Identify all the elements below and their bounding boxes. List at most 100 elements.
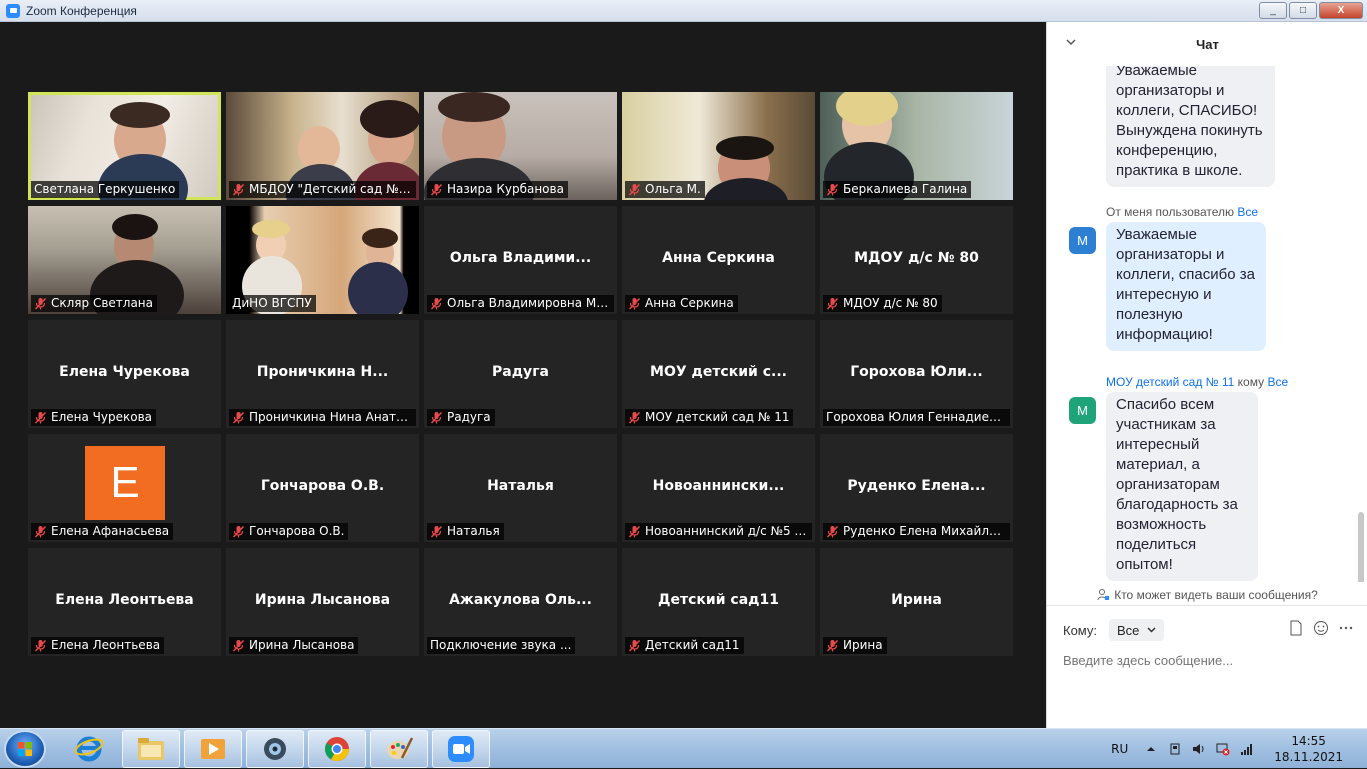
- mic-muted-icon: [430, 297, 443, 310]
- media-player-icon[interactable]: [184, 730, 242, 768]
- emoji-icon[interactable]: [1313, 620, 1329, 636]
- participant-display-name: Ольга Владими...: [449, 250, 592, 266]
- participant-tile[interactable]: Новоаннински... Новоаннинский д/с №5 В...: [622, 434, 815, 542]
- participant-name-label: Назира Курбанова: [427, 181, 568, 198]
- participant-tile[interactable]: Ирина Лысанова Ирина Лысанова: [226, 548, 419, 656]
- network-warning-icon[interactable]: [1216, 742, 1230, 756]
- participant-display-name: Ирина Лысанова: [254, 592, 391, 608]
- participant-tile[interactable]: МБДОУ "Детский сад №5 ...: [226, 92, 419, 200]
- webcam-app-icon[interactable]: [246, 730, 304, 768]
- chat-panel: Чат Уважаемые организаторы и коллеги, СП…: [1046, 22, 1367, 728]
- participant-tile[interactable]: Скляр Светлана: [28, 206, 221, 314]
- zoom-icon[interactable]: [432, 730, 490, 768]
- chat-message-meta: МОУ детский сад № 11 кому Все: [1106, 375, 1289, 389]
- mic-muted-icon: [34, 639, 47, 652]
- start-button[interactable]: [4, 730, 46, 768]
- clock-date: 18.11.2021: [1274, 750, 1343, 764]
- participant-name-label: МБДОУ "Детский сад №5 ...: [229, 181, 416, 198]
- windows-logo-icon: [18, 742, 32, 756]
- maximize-button[interactable]: □: [1289, 2, 1317, 19]
- participant-display-name: Горохова Юли...: [850, 364, 983, 380]
- participant-name-label: Руденко Елена Михайловна: [823, 523, 1010, 540]
- participant-tile[interactable]: Горохова Юли... Горохова Юлия Геннадиевна…: [820, 320, 1013, 428]
- participant-tile[interactable]: Руденко Елена... Руденко Елена Михайловна: [820, 434, 1013, 542]
- recipient-select[interactable]: Все: [1109, 619, 1165, 641]
- participant-tile[interactable]: Ажакулова Оль... Подключение звука ...: [424, 548, 617, 656]
- message-input[interactable]: [1063, 650, 1353, 670]
- participant-name-label: Горохова Юлия Геннадиевна...: [823, 409, 1010, 426]
- mic-muted-icon: [34, 297, 47, 310]
- mic-muted-icon: [34, 525, 47, 538]
- participant-tile[interactable]: Елена Леонтьева Елена Леонтьева: [28, 548, 221, 656]
- chrome-icon[interactable]: [308, 730, 366, 768]
- chat-sender-link[interactable]: МОУ детский сад № 11: [1106, 375, 1234, 389]
- chat-recipient-link[interactable]: Все: [1267, 375, 1288, 389]
- participant-tile[interactable]: Елена Чурекова Елена Чурекова: [28, 320, 221, 428]
- participant-display-name: Радуга: [492, 364, 549, 380]
- recipient-row: Кому: Все: [1063, 618, 1353, 642]
- participant-tile[interactable]: Наталья Наталья: [424, 434, 617, 542]
- chat-scrollbar[interactable]: [1358, 512, 1364, 582]
- participant-display-name: Наталья: [487, 478, 554, 494]
- participant-display-name: Елена Леонтьева: [55, 592, 194, 608]
- mic-muted-icon: [826, 183, 839, 196]
- mic-muted-icon: [232, 639, 245, 652]
- participant-tile[interactable]: Ольга М.: [622, 92, 815, 200]
- paint-icon[interactable]: [370, 730, 428, 768]
- explorer-icon[interactable]: [122, 730, 180, 768]
- window-controls: _ □ X: [1259, 2, 1363, 19]
- participant-display-name: МОУ детский с...: [650, 364, 787, 380]
- participant-name-label: Наталья: [427, 523, 504, 540]
- participant-tile[interactable]: Проничкина Н... Проничкина Нина Анатол...: [226, 320, 419, 428]
- language-indicator[interactable]: RU: [1111, 742, 1128, 756]
- ie-icon[interactable]: [60, 730, 118, 768]
- participant-tile[interactable]: E Елена Афанасьева: [28, 434, 221, 542]
- chat-recipient-link[interactable]: Все: [1237, 205, 1258, 219]
- chat-messages[interactable]: Уважаемые организаторы и коллеги, СПАСИБ…: [1047, 66, 1367, 582]
- participant-display-name: Ирина: [891, 592, 942, 608]
- window-titlebar: Zoom Конференция _ □ X: [0, 0, 1367, 22]
- participant-tile[interactable]: Гончарова О.В. Гончарова О.В.: [226, 434, 419, 542]
- participant-name-label: Новоаннинский д/с №5 В...: [625, 523, 812, 540]
- more-icon[interactable]: [1339, 620, 1353, 636]
- participant-name-label: Елена Леонтьева: [31, 637, 165, 654]
- participant-tile[interactable]: МОУ детский с... МОУ детский сад № 11: [622, 320, 815, 428]
- chat-message: Уважаемые организаторы и коллеги, СПАСИБ…: [1106, 66, 1275, 187]
- close-button[interactable]: X: [1319, 2, 1363, 19]
- volume-icon[interactable]: [1192, 742, 1206, 756]
- signal-icon[interactable]: [1240, 742, 1254, 756]
- chat-message-text: Спасибо всем участникам за интересный ма…: [1116, 396, 1238, 573]
- participant-name-label: Гончарова О.В.: [229, 523, 349, 540]
- privacy-text: Кто может видеть ваши сообщения?: [1114, 587, 1318, 602]
- participant-tile[interactable]: ДиНО ВГСПУ: [226, 206, 419, 314]
- show-hidden-icons-icon[interactable]: [1144, 742, 1158, 756]
- mic-muted-icon: [628, 639, 641, 652]
- participant-display-name: Детский сад11: [658, 592, 779, 608]
- participant-tile[interactable]: Назира Курбанова: [424, 92, 617, 200]
- mic-muted-icon: [430, 411, 443, 424]
- participant-name-label: МДОУ д/с № 80: [823, 295, 942, 312]
- clock[interactable]: 14:55 18.11.2021: [1274, 733, 1343, 765]
- chat-sender: От меня пользователю: [1106, 205, 1235, 219]
- participant-tile[interactable]: МДОУ д/с № 80 МДОУ д/с № 80: [820, 206, 1013, 314]
- participant-tile[interactable]: Анна Серкина Анна Серкина: [622, 206, 815, 314]
- participant-display-name: Гончарова О.В.: [260, 478, 385, 494]
- mic-muted-icon: [628, 297, 641, 310]
- participant-name-label: Ирина Лысанова: [229, 637, 359, 654]
- participant-tile[interactable]: Светлана Геркушенко: [28, 92, 221, 200]
- privacy-link[interactable]: Кто может видеть ваши сообщения?: [1047, 584, 1367, 606]
- participant-name-label: Детский сад11: [625, 637, 744, 654]
- participant-tile[interactable]: Детский сад11 Детский сад11: [622, 548, 815, 656]
- participant-tile[interactable]: Беркалиева Галина: [820, 92, 1013, 200]
- mic-muted-icon: [430, 183, 443, 196]
- participant-name-label: Беркалиева Галина: [823, 181, 972, 198]
- avatar: M: [1069, 227, 1096, 254]
- device-icon[interactable]: [1168, 742, 1182, 756]
- minimize-button[interactable]: _: [1259, 2, 1287, 19]
- file-icon[interactable]: [1289, 620, 1303, 636]
- participant-tile[interactable]: Радуга Радуга: [424, 320, 617, 428]
- video-gallery: Светлана Геркушенко МБДОУ "Детский сад №5…: [0, 22, 1046, 728]
- participant-tile[interactable]: Ирина Ирина: [820, 548, 1013, 656]
- participant-name-label: Проничкина Нина Анатол...: [229, 409, 416, 426]
- participant-tile[interactable]: Ольга Владими... Ольга Владимировна Мат..…: [424, 206, 617, 314]
